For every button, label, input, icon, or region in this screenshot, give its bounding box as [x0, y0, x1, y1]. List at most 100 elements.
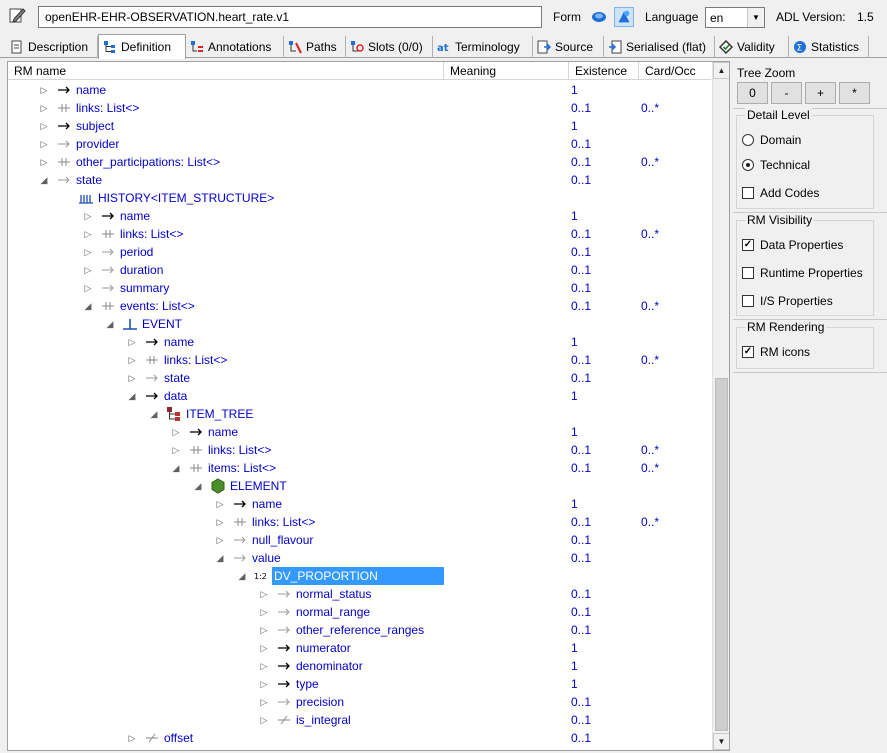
expand-toggle-icon[interactable]: ▷ — [258, 711, 270, 729]
tab-source[interactable]: Source — [533, 36, 604, 58]
zoom-expand-all-button[interactable]: * — [839, 82, 870, 104]
tree-row[interactable]: ◢ ELEMENT — [8, 477, 711, 495]
collapse-toggle-icon[interactable]: ◢ — [148, 405, 160, 423]
expand-toggle-icon[interactable]: ▷ — [38, 81, 50, 99]
column-header-card-occ[interactable]: Card/Occ — [639, 62, 711, 80]
expand-toggle-icon[interactable]: ▷ — [258, 657, 270, 675]
chevron-down-icon[interactable]: ▼ — [747, 8, 764, 27]
expand-toggle-icon[interactable]: ▷ — [82, 207, 94, 225]
column-header-meaning[interactable]: Meaning — [444, 62, 569, 80]
expand-toggle-icon[interactable]: ▷ — [38, 153, 50, 171]
expand-toggle-icon[interactable]: ▷ — [258, 675, 270, 693]
expand-toggle-icon[interactable]: ▷ — [258, 639, 270, 657]
scroll-up-icon[interactable]: ▲ — [713, 62, 729, 79]
runtime-properties-checkbox[interactable]: Runtime Properties — [742, 265, 863, 281]
collapse-toggle-icon[interactable]: ◢ — [38, 171, 50, 189]
zoom-in-button[interactable]: + — [805, 82, 836, 104]
scroll-down-icon[interactable]: ▼ — [713, 733, 729, 750]
scrollbar-thumb[interactable] — [715, 378, 728, 731]
edit-archetype-icon[interactable] — [8, 6, 26, 24]
tree-row[interactable]: ▷ precision 0..1 — [8, 693, 711, 711]
tree-row[interactable]: ▷ normal_status 0..1 — [8, 585, 711, 603]
tab-description[interactable]: Description — [6, 36, 98, 58]
expand-toggle-icon[interactable]: ▷ — [82, 225, 94, 243]
tree-row[interactable]: ▷ name 1 — [8, 495, 711, 513]
tree-row[interactable]: ▷ name 1 — [8, 81, 711, 99]
expand-toggle-icon[interactable]: ▷ — [214, 495, 226, 513]
is-properties-checkbox[interactable]: I/S Properties — [742, 293, 833, 309]
tree-row[interactable]: ▷ links: List<> 0..1 0..* — [8, 99, 711, 117]
tree-row[interactable]: ▷ type 1 — [8, 675, 711, 693]
column-header-existence[interactable]: Existence — [569, 62, 639, 80]
tab-terminology[interactable]: at Terminology — [433, 36, 533, 58]
tab-serialised-flat[interactable]: Serialised (flat) — [604, 36, 715, 58]
detail-domain-radio[interactable]: Domain — [742, 132, 801, 148]
tree-row[interactable]: ◢ EVENT — [8, 315, 711, 333]
tree-row[interactable]: ▷ other_participations: List<> 0..1 0..* — [8, 153, 711, 171]
expand-toggle-icon[interactable]: ▷ — [38, 135, 50, 153]
tab-validity[interactable]: Validity — [715, 36, 789, 58]
tab-definition[interactable]: Definition — [98, 34, 186, 59]
tree-row[interactable]: ▷ other_reference_ranges 0..1 — [8, 621, 711, 639]
expand-toggle-icon[interactable]: ▷ — [38, 99, 50, 117]
collapse-toggle-icon[interactable]: ◢ — [236, 567, 248, 585]
tree-row[interactable]: ▷ is_integral 0..1 — [8, 711, 711, 729]
collapse-toggle-icon[interactable]: ◢ — [170, 459, 182, 477]
tree-row[interactable]: ▷ period 0..1 — [8, 243, 711, 261]
expand-toggle-icon[interactable]: ▷ — [126, 369, 138, 387]
language-select[interactable]: en ▼ — [705, 7, 765, 28]
expand-toggle-icon[interactable]: ▷ — [258, 603, 270, 621]
tree-row[interactable]: ▷ denominator 1 — [8, 657, 711, 675]
tree-row[interactable]: ▷ null_flavour 0..1 — [8, 531, 711, 549]
tree-row[interactable]: ▷ name 1 — [8, 333, 711, 351]
expand-toggle-icon[interactable]: ▷ — [126, 333, 138, 351]
tree-row[interactable]: ▷ numerator 1 — [8, 639, 711, 657]
tree-row[interactable]: ▷ name 1 — [8, 423, 711, 441]
vertical-scrollbar[interactable]: ▲ ▼ — [712, 62, 729, 750]
tree-row[interactable]: ▷ summary 0..1 — [8, 279, 711, 297]
collapse-toggle-icon[interactable]: ◢ — [214, 549, 226, 567]
zoom-out-button[interactable]: - — [771, 82, 802, 104]
tree-row[interactable]: ▷ state 0..1 — [8, 369, 711, 387]
tree-row[interactable]: ▷ links: List<> 0..1 0..* — [8, 441, 711, 459]
expand-toggle-icon[interactable]: ▷ — [214, 531, 226, 549]
expand-toggle-icon[interactable]: ▷ — [82, 243, 94, 261]
tab-slots[interactable]: Slots (0/0) — [346, 36, 433, 58]
tree-row[interactable]: HISTORY<ITEM_STRUCTURE> — [8, 189, 711, 207]
tree-view-button[interactable] — [614, 7, 634, 27]
tree-row[interactable]: ▷ provider 0..1 — [8, 135, 711, 153]
data-properties-checkbox[interactable]: ✓ Data Properties — [742, 237, 843, 253]
definition-tree[interactable]: RM name Meaning Existence Card/Occ ▷ name… — [7, 61, 730, 751]
add-codes-checkbox[interactable]: Add Codes — [742, 185, 819, 201]
expand-toggle-icon[interactable]: ▷ — [38, 117, 50, 135]
tree-row[interactable]: ▷ links: List<> 0..1 0..* — [8, 225, 711, 243]
zoom-reset-button[interactable]: 0 — [737, 82, 768, 104]
tree-row[interactable]: ◢ events: List<> 0..1 0..* — [8, 297, 711, 315]
tree-row[interactable]: ▷ normal_range 0..1 — [8, 603, 711, 621]
collapse-toggle-icon[interactable]: ◢ — [192, 477, 204, 495]
tree-row[interactable]: ◢ ITEM_TREE — [8, 405, 711, 423]
tree-row[interactable]: ▷ offset 0..1 — [8, 729, 711, 747]
column-header-rm-name[interactable]: RM name — [8, 62, 444, 80]
collapse-toggle-icon[interactable]: ◢ — [126, 387, 138, 405]
tree-row[interactable]: ▷ links: List<> 0..1 0..* — [8, 351, 711, 369]
collapse-toggle-icon[interactable]: ◢ — [104, 315, 116, 333]
expand-toggle-icon[interactable]: ▷ — [214, 513, 226, 531]
tree-row[interactable]: ◢ value 0..1 — [8, 549, 711, 567]
tab-annotations[interactable]: Annotations — [186, 36, 284, 58]
tree-row[interactable]: ▷ links: List<> 0..1 0..* — [8, 513, 711, 531]
expand-toggle-icon[interactable]: ▷ — [258, 585, 270, 603]
tree-row[interactable]: ▷ name 1 — [8, 207, 711, 225]
tree-row[interactable]: ◢ items: List<> 0..1 0..* — [8, 459, 711, 477]
tab-statistics[interactable]: Σ Statistics — [789, 36, 869, 58]
expand-toggle-icon[interactable]: ▷ — [258, 693, 270, 711]
expand-toggle-icon[interactable]: ▷ — [170, 441, 182, 459]
tree-row[interactable]: ◢ state 0..1 — [8, 171, 711, 189]
tree-row[interactable]: ▷ subject 1 — [8, 117, 711, 135]
form-view-button[interactable] — [589, 7, 609, 27]
tree-row[interactable]: ◢ 1:2 DV_PROPORTION — [8, 567, 711, 585]
tree-row[interactable]: ◢ data 1 — [8, 387, 711, 405]
expand-toggle-icon[interactable]: ▷ — [258, 621, 270, 639]
collapse-toggle-icon[interactable]: ◢ — [82, 297, 94, 315]
detail-technical-radio[interactable]: Technical — [742, 157, 810, 173]
